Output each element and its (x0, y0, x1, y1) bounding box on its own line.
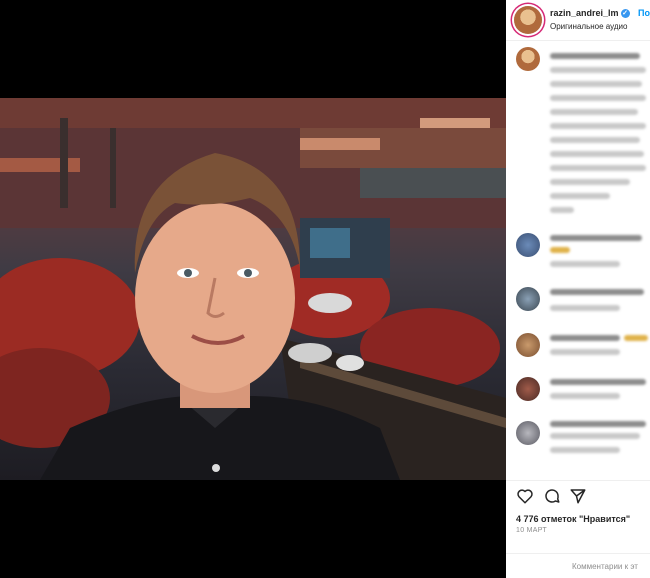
likes-count[interactable]: 4 776 отметок "Нравится" (516, 514, 630, 524)
post-date: 10 МАРТ (516, 527, 547, 534)
comment-avatar[interactable] (516, 421, 540, 445)
comment-avatar[interactable] (516, 233, 540, 257)
caption-text-line (550, 123, 646, 129)
comment-avatar[interactable] (516, 333, 540, 357)
caption-text-line (550, 53, 640, 59)
username-text[interactable]: razin_andrei_lm (550, 8, 619, 18)
caption-text-line (550, 193, 610, 199)
original-audio-link[interactable]: Оригинальное аудио (550, 22, 627, 31)
comment-meta (550, 447, 620, 453)
comment-meta (550, 305, 620, 311)
comment-text (550, 335, 620, 341)
comment-text (550, 421, 646, 427)
media-viewer (0, 0, 506, 578)
caption-text-line (550, 67, 646, 73)
comment-item (506, 227, 650, 271)
comment-text (550, 433, 640, 439)
share-send-icon[interactable] (569, 487, 587, 505)
post-sidebar: razin_andrei_lm✓ Под Оригинальное аудио (506, 0, 650, 578)
caption-text-line (550, 81, 642, 87)
post-actions: 4 776 отметок "Нравится" 10 МАРТ Коммент… (506, 480, 650, 578)
comment-text (550, 235, 642, 241)
author-avatar[interactable] (514, 6, 542, 34)
comment-meta (550, 393, 620, 399)
comment-avatar[interactable] (516, 377, 540, 401)
add-comment-placeholder[interactable]: Комментарии к эт (572, 562, 638, 571)
caption-text-line (550, 109, 638, 115)
comment-avatar[interactable] (516, 287, 540, 311)
caption-text-line (550, 179, 630, 185)
verified-badge-icon: ✓ (620, 9, 630, 19)
comments-list (506, 41, 650, 471)
comment-emoji (550, 247, 570, 253)
comment-bubble-icon[interactable] (543, 487, 561, 505)
comment-item (506, 371, 650, 415)
caption-text-line (550, 165, 646, 171)
follow-button[interactable]: Под (638, 8, 650, 18)
caption-time (550, 207, 574, 213)
add-comment-bar[interactable]: Комментарии к эт (506, 553, 650, 578)
post-header: razin_andrei_lm✓ Под Оригинальное аудио (506, 0, 650, 41)
author-username[interactable]: razin_andrei_lm ✓ (550, 8, 630, 19)
post-photo[interactable] (0, 98, 506, 480)
comment-meta (550, 261, 620, 267)
caption-avatar[interactable] (516, 47, 540, 71)
comment-meta (550, 349, 620, 355)
comment-emoji (624, 335, 648, 341)
comment-text (550, 289, 644, 295)
comment-item (506, 415, 650, 471)
caption-text-line (550, 95, 646, 101)
caption-text-line (550, 137, 640, 143)
comment-item (506, 327, 650, 371)
photo-illustration (0, 98, 506, 480)
comment-text (550, 379, 646, 385)
caption-text-line (550, 151, 644, 157)
comment-item (506, 281, 650, 325)
like-heart-icon[interactable] (516, 487, 534, 505)
caption-item (506, 41, 650, 216)
